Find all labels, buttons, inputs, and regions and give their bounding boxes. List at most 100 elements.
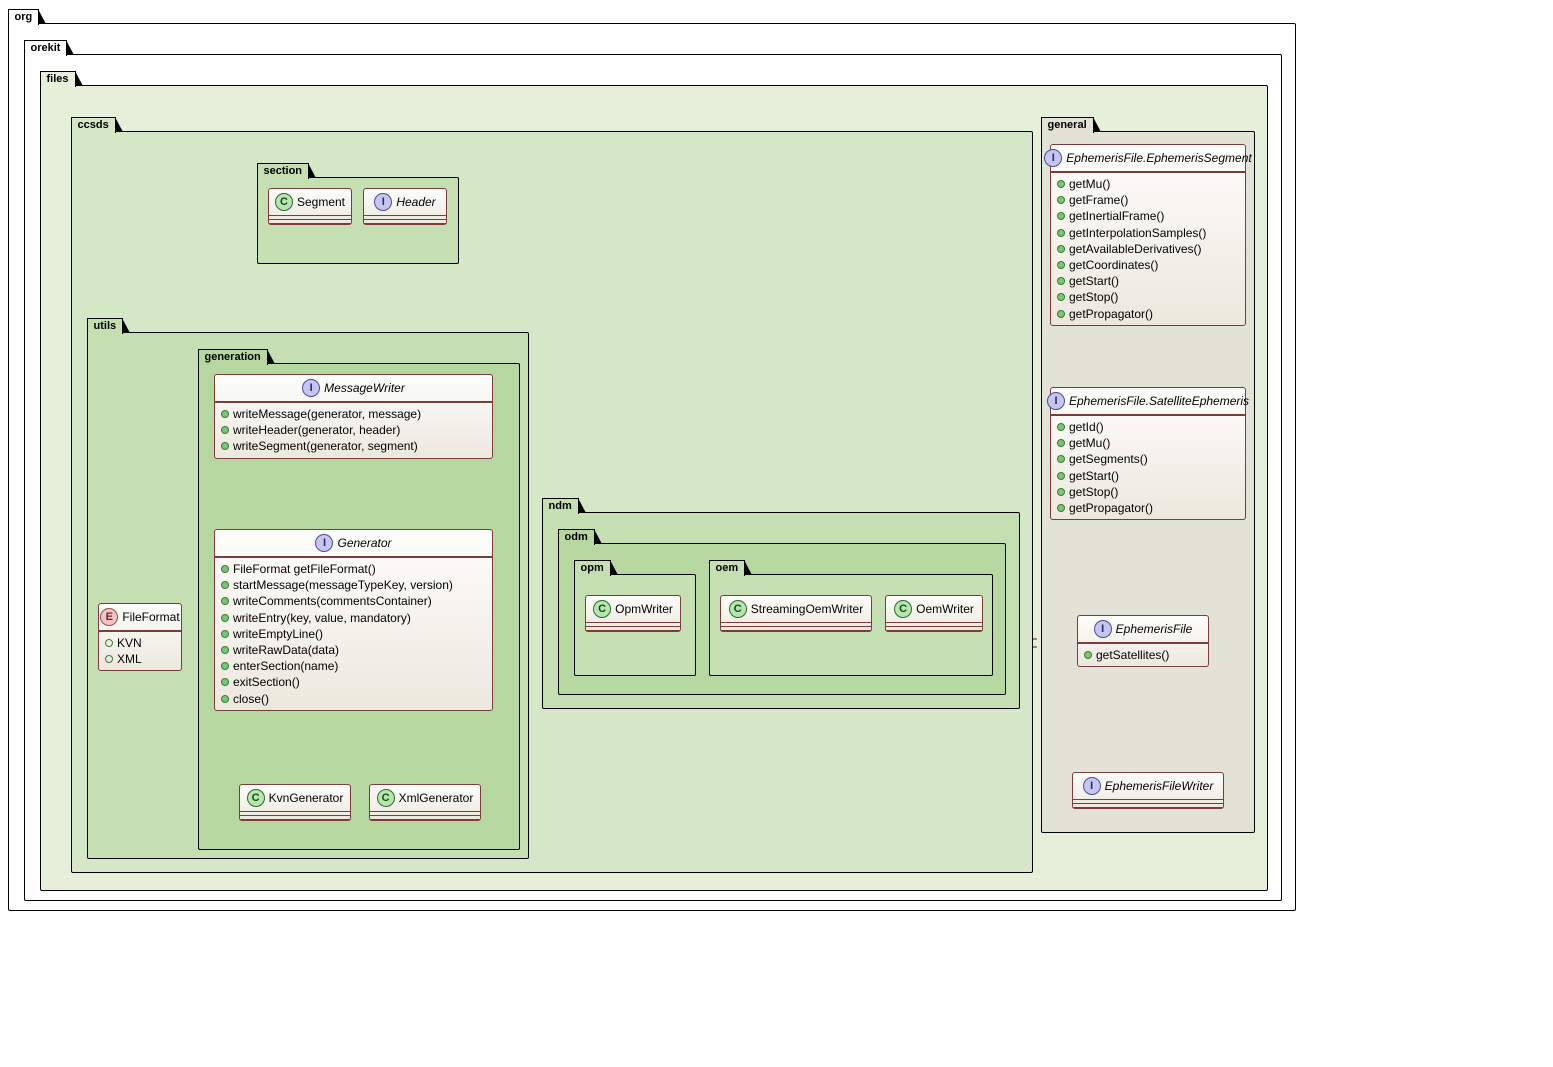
method: close() — [233, 691, 269, 707]
package-opm-tab: opm — [574, 560, 611, 576]
bullet-icon — [1057, 310, 1065, 318]
label: general — [1048, 119, 1087, 131]
bullet-icon — [1057, 180, 1065, 188]
package-general: general IEphemerisFile.EphemerisSegment … — [1041, 131, 1255, 833]
class-icon: C — [247, 789, 265, 807]
class-name: KvnGenerator — [269, 791, 344, 805]
package-orekit-tab: orekit — [24, 40, 68, 56]
bullet-icon — [1057, 504, 1065, 512]
package-odm: odm opm COpmWriter oem — [558, 543, 1006, 695]
class-name: EphemerisFile — [1116, 622, 1193, 636]
class-icon: C — [593, 600, 611, 618]
method: writeComments(commentsContainer) — [233, 593, 432, 609]
class-generator: IGenerator FileFormat getFileFormat() st… — [214, 529, 493, 711]
label: ccsds — [78, 119, 109, 131]
method: getStart() — [1069, 273, 1119, 289]
class-kvngenerator: C KvnGenerator — [239, 784, 351, 821]
package-section: section CSegment IHeader — [257, 177, 459, 264]
bullet-icon — [1057, 212, 1065, 220]
enum-value: XML — [117, 651, 142, 667]
class-messagewriter: IMessageWriter writeMessage(generator, m… — [214, 374, 493, 459]
package-files: files — [40, 85, 1268, 891]
method: writeRawData(data) — [233, 642, 339, 658]
package-generation-tab: generation — [198, 349, 268, 365]
package-utils: utils EFileFormat KVN XML generation IMe… — [87, 332, 529, 859]
method: writeMessage(generator, message) — [233, 406, 421, 422]
package-ccsds: ccsds section CSegment IHeader utils — [71, 131, 1033, 873]
bullet-icon — [1057, 423, 1065, 431]
method: getPropagator() — [1069, 306, 1153, 322]
bullet-icon — [1057, 439, 1065, 447]
bullet-icon — [1057, 472, 1065, 480]
class-name: XmlGenerator — [399, 791, 474, 805]
label: odm — [565, 531, 588, 543]
method: getMu() — [1069, 435, 1110, 451]
method: enterSection(name) — [233, 658, 338, 674]
bullet-icon — [221, 565, 229, 573]
class-ephemerissegment: IEphemerisFile.EphemerisSegment getMu() … — [1050, 144, 1246, 326]
label: oem — [716, 562, 739, 574]
class-streamingoemwriter: C StreamingOemWriter — [720, 595, 872, 632]
class-header: I Header — [363, 188, 447, 225]
label: orekit — [31, 42, 61, 54]
bullet-icon — [1057, 293, 1065, 301]
package-org-tab: org — [8, 9, 40, 25]
interface-icon: I — [315, 534, 333, 552]
class-ephemerisfilewriter: I EphemerisFileWriter — [1072, 772, 1224, 809]
bullet-icon — [1057, 245, 1065, 253]
method: exitSection() — [233, 674, 300, 690]
method: getCoordinates() — [1069, 257, 1158, 273]
method: getStart() — [1069, 468, 1119, 484]
method: getId() — [1069, 419, 1104, 435]
bullet-icon — [105, 655, 113, 663]
class-xmlgenerator: C XmlGenerator — [369, 784, 481, 821]
class-icon: C — [729, 600, 747, 618]
label: utils — [94, 320, 117, 332]
class-name: StreamingOemWriter — [751, 602, 863, 616]
method: getSatellites() — [1096, 647, 1169, 663]
class-fileformat: EFileFormat KVN XML — [98, 603, 182, 671]
method: writeHeader(generator, header) — [233, 422, 400, 438]
interface-icon: I — [374, 193, 392, 211]
bullet-icon — [221, 597, 229, 605]
interface-icon: I — [302, 379, 320, 397]
package-ccsds-tab: ccsds — [71, 117, 116, 133]
method: FileFormat getFileFormat() — [233, 561, 376, 577]
class-icon: C — [377, 789, 395, 807]
class-name: OemWriter — [916, 602, 974, 616]
label: ndm — [549, 500, 572, 512]
class-segment: CSegment — [268, 188, 352, 225]
bullet-icon — [221, 581, 229, 589]
label: section — [264, 165, 303, 177]
class-name: OpmWriter — [615, 602, 673, 616]
package-utils-tab: utils — [87, 318, 124, 334]
interface-icon: I — [1094, 620, 1112, 638]
class-name: EphemerisFile.EphemerisSegment — [1066, 151, 1251, 165]
class-name: EphemerisFileWriter — [1105, 779, 1214, 793]
class-name: Header — [396, 195, 435, 209]
interface-icon: I — [1044, 149, 1062, 167]
package-orekit: orekit files — [24, 54, 1282, 901]
interface-icon: I — [1083, 777, 1101, 795]
class-ephemerisfile: I EphemerisFile getSatellites() — [1077, 615, 1209, 667]
package-general-tab: general — [1041, 117, 1094, 133]
enum-icon: E — [100, 608, 118, 626]
label: generation — [205, 351, 261, 363]
method: getInertialFrame() — [1069, 208, 1164, 224]
method: writeEmptyLine() — [233, 626, 323, 642]
bullet-icon — [221, 442, 229, 450]
enum-value: KVN — [117, 635, 142, 651]
class-satelliteephemeris: IEphemerisFile.SatelliteEphemeris getId(… — [1050, 387, 1246, 520]
package-generation: generation IMessageWriter writeMessage(g… — [198, 363, 520, 850]
bullet-icon — [221, 695, 229, 703]
class-oemwriter: COemWriter — [885, 595, 983, 632]
bullet-icon — [1057, 196, 1065, 204]
package-oem-tab: oem — [709, 560, 746, 576]
class-name: EphemerisFile.SatelliteEphemeris — [1069, 394, 1249, 408]
method: getMu() — [1069, 176, 1110, 192]
bullet-icon — [1057, 277, 1065, 285]
method: getPropagator() — [1069, 500, 1153, 516]
class-name: Generator — [337, 536, 391, 550]
method: getInterpolationSamples() — [1069, 225, 1206, 241]
method: getAvailableDerivatives() — [1069, 241, 1202, 257]
